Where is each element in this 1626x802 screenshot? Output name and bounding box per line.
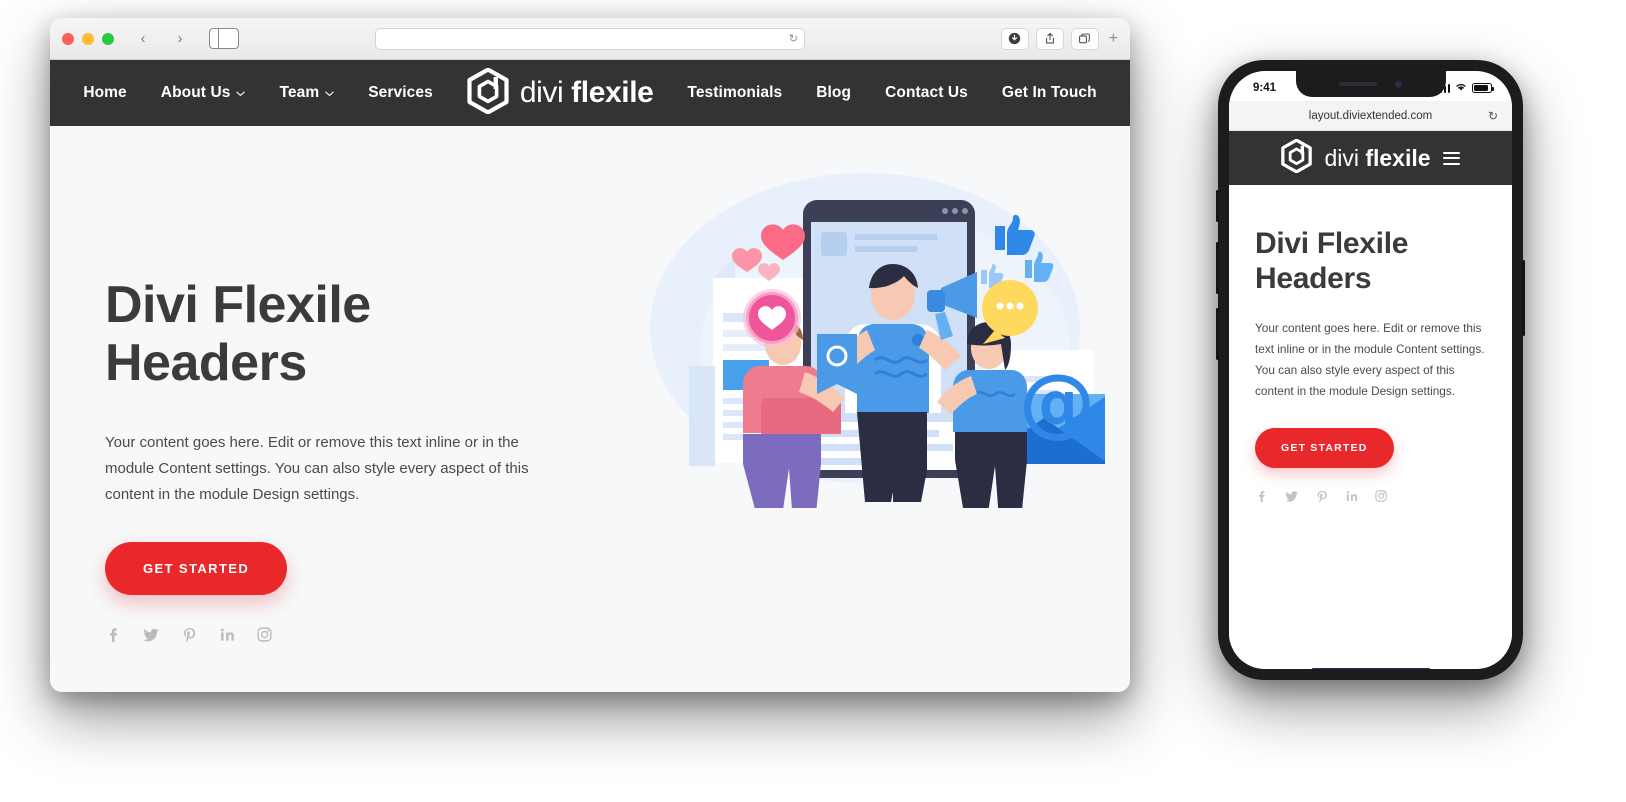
show-tabs-icon[interactable] <box>1070 27 1099 50</box>
facebook-icon[interactable] <box>105 627 121 643</box>
divi-hexagon-logo-icon <box>1281 138 1313 178</box>
maximize-window-button[interactable] <box>102 32 114 45</box>
mobile-hero-section: Divi Flexile Headers Your content goes h… <box>1229 185 1512 669</box>
social-links <box>105 627 655 643</box>
hero-title-line-2: Headers <box>105 334 307 393</box>
mobile-reload-icon[interactable]: ↻ <box>1488 109 1498 123</box>
nav-item-services[interactable]: Services <box>368 84 433 102</box>
phone-power-button <box>1522 260 1525 336</box>
divi-hexagon-logo-icon <box>467 67 509 119</box>
nav-item-home[interactable]: Home <box>83 84 126 102</box>
site-logo[interactable]: divi flexile <box>467 67 654 119</box>
pinterest-icon[interactable] <box>182 627 198 643</box>
nav-label: Testimonials <box>687 84 783 101</box>
toolbar-right-actions: + <box>1000 27 1118 50</box>
wifi-icon <box>1454 81 1468 95</box>
mobile-url-text: layout.diviextended.com <box>1308 109 1433 122</box>
nav-label: Services <box>368 84 433 101</box>
twitter-icon[interactable] <box>1285 490 1299 503</box>
mobile-title-line-2: Headers <box>1255 261 1372 295</box>
nav-left-group: Home About Us Team Services <box>83 84 433 102</box>
status-time: 9:41 <box>1253 82 1277 94</box>
phone-volume-up-button <box>1216 242 1219 294</box>
nav-label: Home <box>83 84 127 101</box>
svg-text:@: @ <box>1019 357 1095 446</box>
instagram-icon[interactable] <box>257 627 272 643</box>
chevron-down-icon <box>236 89 246 100</box>
linkedin-icon[interactable] <box>220 627 235 643</box>
twitter-icon[interactable] <box>143 627 160 643</box>
instagram-icon[interactable] <box>1375 490 1387 503</box>
page-title: Divi Flexile Headers <box>105 276 655 392</box>
nav-item-get-in-touch[interactable]: Get In Touch <box>1002 84 1097 102</box>
traffic-lights <box>62 32 114 45</box>
logo-wordmark: divi flexile <box>519 76 654 109</box>
hamburger-menu-icon[interactable] <box>1442 151 1460 165</box>
mobile-title-line-1: Divi Flexile <box>1255 227 1409 260</box>
reload-icon[interactable]: ↻ <box>789 32 798 45</box>
mobile-logo-wordmark: divi flexile <box>1324 144 1431 171</box>
screenshot-stage: ‹ › ↻ + Home About Us Team Services divi… <box>0 0 1626 802</box>
nav-label: Contact Us <box>885 84 968 101</box>
nav-right-group: Testimonials Blog Contact Us Get In Touc… <box>687 84 1096 102</box>
earpiece-speaker <box>1339 82 1377 86</box>
battery-icon <box>1472 83 1494 93</box>
nav-item-testimonials[interactable]: Testimonials <box>687 84 782 102</box>
download-icon[interactable] <box>1000 27 1029 50</box>
forward-button[interactable]: › <box>166 28 194 50</box>
desktop-browser-mockup: ‹ › ↻ + Home About Us Team Services divi… <box>50 18 1130 692</box>
linkedin-icon[interactable] <box>1346 490 1358 503</box>
get-started-button[interactable]: GET STARTED <box>105 541 288 595</box>
front-camera-icon <box>1395 80 1402 88</box>
hero-section: Divi Flexile Headers Your content goes h… <box>50 126 1130 692</box>
nav-label: Get In Touch <box>1001 84 1097 101</box>
chevron-down-icon <box>325 89 334 100</box>
share-icon[interactable] <box>1035 27 1064 50</box>
minimize-window-button[interactable] <box>82 32 94 45</box>
browser-toolbar: ‹ › ↻ + <box>50 18 1130 60</box>
nav-label: About Us <box>160 84 231 101</box>
nav-label: Team <box>279 84 320 101</box>
nav-item-contact-us[interactable]: Contact Us <box>885 84 968 102</box>
sidebar-toggle-icon[interactable] <box>209 28 239 49</box>
new-tab-button[interactable]: + <box>1106 30 1118 48</box>
nav-item-team[interactable]: Team <box>279 84 334 102</box>
pinterest-icon[interactable] <box>1316 490 1329 503</box>
nav-item-about-us[interactable]: About Us <box>161 84 246 102</box>
phone-volume-down-button <box>1216 308 1219 360</box>
phone-notch <box>1295 71 1446 97</box>
hero-illustration-area: @ <box>649 126 1130 692</box>
mobile-hero-body-text: Your content goes here. Edit or remove t… <box>1255 321 1485 398</box>
hero-title-line-1: Divi Flexile <box>105 276 371 334</box>
site-navigation-bar: Home About Us Team Services divi flexile… <box>50 60 1130 126</box>
mobile-phone-mockup: 9:41 layout.diviextended.com ↻ divi flex… <box>1216 60 1525 680</box>
mobile-page-title: Divi Flexile Headers <box>1255 227 1486 296</box>
phone-silent-switch <box>1216 190 1219 222</box>
mobile-site-header: divi flexile <box>1229 131 1512 185</box>
nav-label: Blog <box>816 84 852 101</box>
back-button[interactable]: ‹ <box>129 28 157 50</box>
hero-content: Divi Flexile Headers Your content goes h… <box>50 126 655 692</box>
address-bar[interactable]: ↻ <box>375 27 805 50</box>
mobile-get-started-button[interactable]: GET STARTED <box>1255 427 1394 468</box>
facebook-icon[interactable] <box>1255 490 1268 503</box>
home-indicator <box>1310 668 1431 669</box>
nav-item-blog[interactable]: Blog <box>816 84 851 102</box>
mobile-address-bar[interactable]: layout.diviextended.com ↻ <box>1229 101 1512 131</box>
hero-body-text: Your content goes here. Edit or remove t… <box>105 434 529 504</box>
social-marketing-illustration: @ <box>649 173 1105 508</box>
mobile-social-links <box>1255 490 1486 503</box>
phone-screen: 9:41 layout.diviextended.com ↻ divi flex… <box>1229 71 1512 669</box>
close-window-button[interactable] <box>62 32 74 45</box>
